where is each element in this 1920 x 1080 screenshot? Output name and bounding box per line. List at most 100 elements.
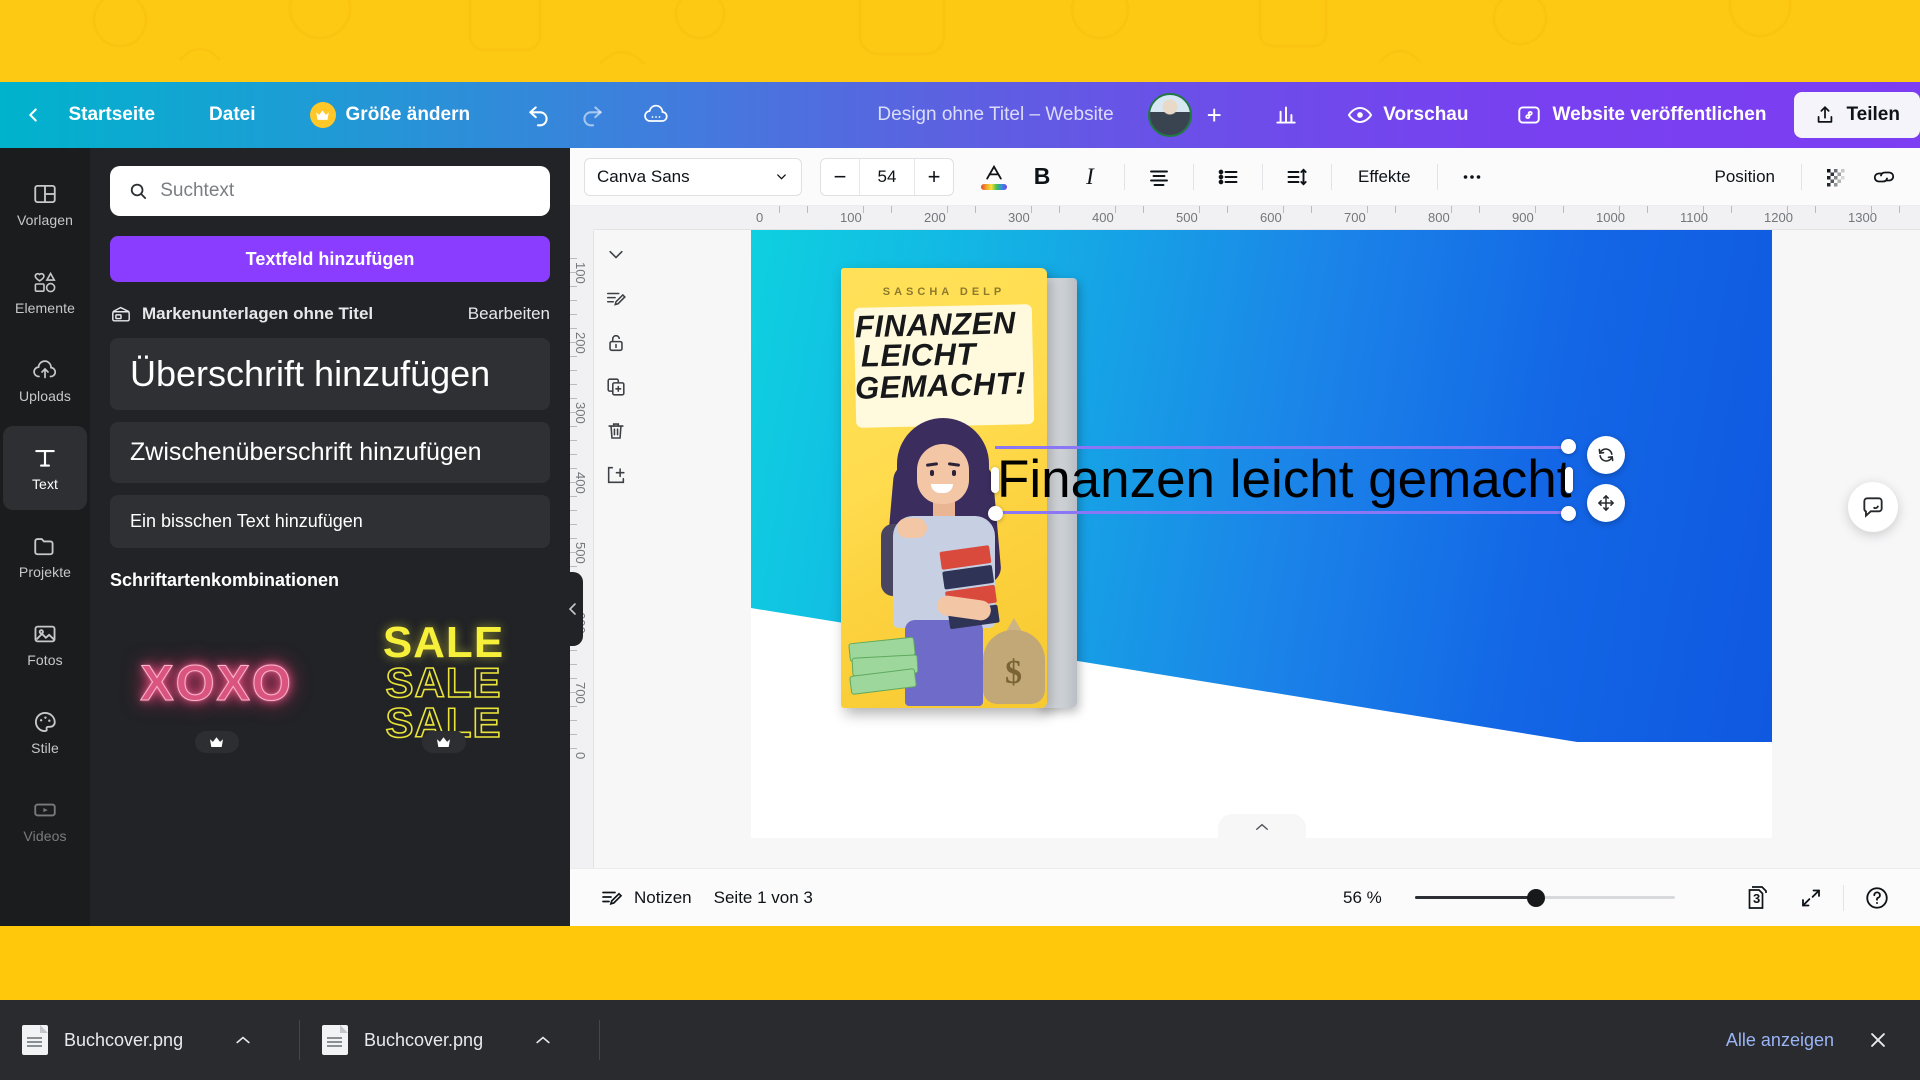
add-page-button[interactable] <box>599 458 633 492</box>
sidebar-item-uploads[interactable]: Uploads <box>3 338 87 422</box>
page-collapse-toggle[interactable] <box>1217 814 1306 838</box>
selection-handle-bottom-right[interactable] <box>1561 506 1576 521</box>
folder-icon <box>34 537 54 555</box>
brand-kit-row: Markenunterlagen ohne Titel Bearbeiten <box>110 304 550 324</box>
insights-button[interactable] <box>1265 93 1307 137</box>
ruler-tick-label: 400 <box>1092 210 1114 225</box>
document-title[interactable]: Design ohne Titel – Website <box>877 104 1113 126</box>
canvas-area[interactable]: 0 100 200 300 400 500 600 700 800 900 10… <box>570 206 1920 926</box>
font-family-select[interactable]: Canva Sans <box>584 157 802 196</box>
ruler-tick-label: 500 <box>1176 210 1198 225</box>
selection-handle-bottom-left[interactable] <box>988 506 1003 521</box>
templates-icon <box>34 184 56 203</box>
selection-handle-right-middle[interactable] <box>1565 467 1573 493</box>
close-downloads-button[interactable] <box>1858 1020 1898 1060</box>
delete-button[interactable] <box>599 414 633 448</box>
align-button[interactable] <box>1137 156 1181 198</box>
ruler-top[interactable]: 0 100 200 300 400 500 600 700 800 900 10… <box>570 206 1920 230</box>
move-handle[interactable] <box>1587 484 1625 522</box>
font-size-decrease-button[interactable]: − <box>821 159 859 195</box>
page-manager-button[interactable]: 3 <box>1729 878 1787 918</box>
transparency-button[interactable] <box>1814 156 1858 198</box>
italic-button[interactable]: I <box>1068 156 1112 198</box>
selected-text-element[interactable]: Finanzen leicht gemacht <box>988 439 1576 521</box>
add-textfield-label: Textfeld hinzufügen <box>245 248 415 269</box>
publish-icon <box>1518 106 1541 124</box>
color-swatch <box>981 183 1007 190</box>
effects-button[interactable]: Effekte <box>1344 156 1425 198</box>
share-button[interactable]: Teilen <box>1794 92 1920 138</box>
bold-button[interactable]: B <box>1020 156 1064 198</box>
font-combination-xoxo[interactable]: XOXO <box>110 605 323 761</box>
collapse-page-button[interactable] <box>599 238 633 272</box>
sidebar-item-videos[interactable]: Videos <box>3 778 87 862</box>
text-style-subheading[interactable]: Zwischenüberschrift hinzufügen <box>110 422 550 484</box>
text-style-heading[interactable]: Überschrift hinzufügen <box>110 338 550 411</box>
ruler-tick-label: 700 <box>1344 210 1366 225</box>
sidebar-item-elemente[interactable]: Elemente <box>3 250 87 334</box>
bullet-list-button[interactable] <box>1206 156 1250 198</box>
download-item[interactable]: Buchcover.png <box>300 1000 600 1080</box>
ruler-tick-label: 800 <box>1428 210 1450 225</box>
cloud-saved-button[interactable] <box>635 93 677 137</box>
page-floating-tools <box>592 238 640 492</box>
sidebar-item-fotos[interactable]: Fotos <box>3 602 87 686</box>
lock-button[interactable] <box>599 326 633 360</box>
panel-collapse-button[interactable] <box>563 572 583 646</box>
search-box[interactable] <box>110 166 550 216</box>
selection-handle-left-middle[interactable] <box>991 467 999 493</box>
position-button[interactable]: Position <box>1701 156 1789 198</box>
selection-handle-top-right[interactable] <box>1561 439 1576 454</box>
publish-label: Website veröffentlichen <box>1552 104 1767 125</box>
sidebar-item-label: Stile <box>31 739 59 756</box>
show-all-downloads-button[interactable]: Alle anzeigen <box>1712 1022 1848 1059</box>
preview-button[interactable]: Vorschau <box>1333 93 1482 137</box>
resize-button[interactable]: Größe ändern <box>296 93 485 137</box>
comment-button[interactable] <box>1848 482 1898 532</box>
line-spacing-button[interactable] <box>1275 156 1319 198</box>
file-menu-button[interactable]: Datei <box>195 93 269 137</box>
duplicate-button[interactable] <box>599 370 633 404</box>
left-rail: Vorlagen Elemente Uploads Text Projekte … <box>0 148 90 926</box>
trash-icon <box>608 423 624 439</box>
zoom-slider-knob[interactable] <box>1527 888 1545 907</box>
text-style-body[interactable]: Ein bisschen Text hinzufügen <box>110 495 550 549</box>
text-color-button[interactable] <box>972 156 1016 198</box>
chevron-up-icon[interactable] <box>233 1033 253 1047</box>
text-style-label: Ein bisschen Text hinzufügen <box>130 511 363 532</box>
undo-button[interactable] <box>518 93 560 137</box>
download-item[interactable]: Buchcover.png <box>0 1000 300 1080</box>
brand-kit-edit-button[interactable]: Bearbeiten <box>468 304 550 324</box>
search-input[interactable] <box>160 180 532 202</box>
downloads-actions: Alle anzeigen <box>1712 1020 1920 1060</box>
notes-edit-button[interactable] <box>599 282 633 316</box>
avatar[interactable] <box>1147 93 1192 137</box>
bold-label: B <box>1033 163 1051 189</box>
chevron-up-icon[interactable] <box>533 1033 553 1047</box>
sidebar-item-stile[interactable]: Stile <box>3 690 87 774</box>
zoom-slider[interactable] <box>1415 888 1675 908</box>
sidebar-item-text[interactable]: Text <box>3 426 87 510</box>
page-background-top <box>0 0 1920 82</box>
fullscreen-button[interactable] <box>1787 878 1835 918</box>
rotate-handle[interactable] <box>1587 436 1625 474</box>
more-options-button[interactable] <box>1450 156 1494 198</box>
publish-website-button[interactable]: Website veröffentlichen <box>1502 93 1780 137</box>
sidebar-item-projekte[interactable]: Projekte <box>3 514 87 598</box>
ruler-tick-label: 200 <box>924 210 946 225</box>
back-button[interactable] <box>12 93 54 137</box>
sidebar-item-vorlagen[interactable]: Vorlagen <box>3 162 87 246</box>
font-size-input[interactable]: 54 <box>859 158 915 195</box>
redo-button[interactable] <box>571 93 613 137</box>
font-combination-sale[interactable]: SALE SALE SALE <box>337 605 550 761</box>
add-collaborator-button[interactable]: + <box>1198 97 1231 133</box>
font-size-increase-button[interactable]: + <box>915 159 953 195</box>
transparency-icon <box>1827 168 1845 186</box>
design-page[interactable]: SASCHA DELP FINANZEN LEICHT GEMACHT! $ F… <box>751 230 1772 838</box>
link-button[interactable] <box>1862 156 1906 198</box>
notes-button[interactable]: Notizen <box>588 878 704 918</box>
home-button[interactable]: Startseite <box>54 93 169 137</box>
crown-glyph-icon <box>210 737 223 747</box>
help-button[interactable] <box>1852 878 1902 918</box>
add-textfield-button[interactable]: Textfeld hinzufügen <box>110 236 550 282</box>
